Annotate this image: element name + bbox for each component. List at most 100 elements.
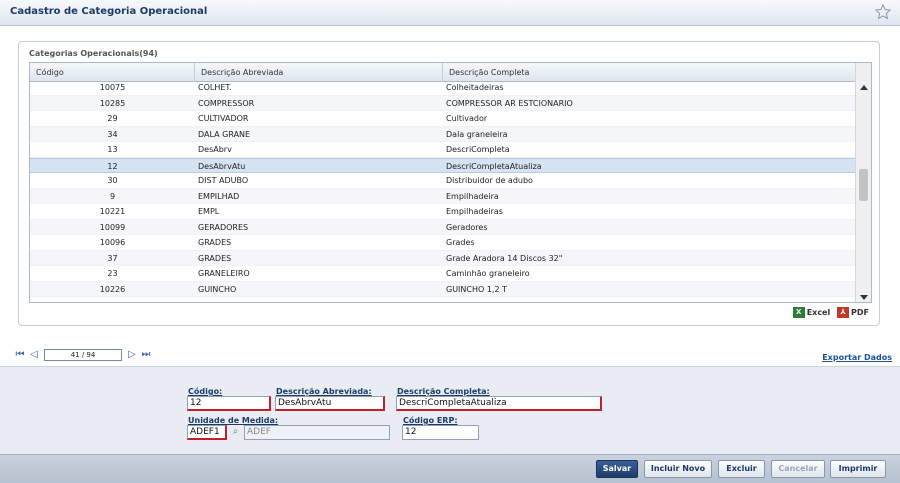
export-links: X Excel ⅄ PDF [789, 307, 869, 318]
cell-codigo: 10099 [99, 222, 126, 232]
scroll-up-arrow-icon[interactable] [860, 85, 868, 90]
cell-abreviada: COMPRESSOR [198, 98, 255, 108]
unidade-label: Unidade de Medida: [188, 416, 279, 425]
cell-codigo: 29 [107, 114, 118, 123]
cell-abreviada: DesAbrv [198, 145, 232, 154]
scroll-down-arrow-icon[interactable] [860, 295, 868, 300]
table-row[interactable]: 12 DesAbrvAtu DescriCompletaAtualiza [30, 157, 857, 173]
erp-field[interactable]: 12 [402, 425, 479, 440]
abreviada-field[interactable]: DesAbrvAtu [275, 396, 385, 411]
save-button[interactable]: Salvar [596, 460, 638, 478]
cell-codigo: 12 [107, 161, 118, 171]
erp-label: Código ERP: [403, 416, 458, 425]
table-row[interactable]: 10075 COLHET. Colheitadeiras [30, 82, 857, 96]
table-row[interactable]: 9 EMPILHAD Empilhadeira [30, 188, 857, 204]
codigo-label: Código: [188, 387, 223, 396]
export-data-link[interactable]: Exportar Dados [822, 353, 892, 362]
grid-header: Código Descrição Abreviada Descrição Com… [30, 63, 857, 82]
grid-panel: Categorias Operacionais(94) Código Descr… [18, 41, 880, 326]
star-icon[interactable] [874, 3, 892, 21]
table-row[interactable]: 10285 COMPRESSOR COMPRESSOR AR ESTCIONARIO [30, 95, 857, 111]
pdf-icon: ⅄ [837, 307, 850, 318]
last-page-icon[interactable]: ⏭ [140, 349, 152, 361]
footer-toolbar: Salvar Incluir Novo Excluir Cancelar Imp… [0, 454, 900, 483]
cell-abreviada: CULTIVADOR [198, 114, 249, 123]
table-row[interactable]: 37 GRADES Grade Aradora 14 Discos 32" [30, 250, 857, 266]
cell-codigo: 9 [109, 191, 116, 201]
cell-completa: Colheitadeiras [446, 83, 504, 92]
table-row[interactable]: 29 CULTIVADOR Cultivador [30, 111, 857, 127]
cell-completa: GUINCHO 1,2 T [446, 284, 507, 294]
main-content: Categorias Operacionais(94) Código Descr… [0, 26, 900, 366]
table-row[interactable]: 30 DIST ADUBO Distribuidor de adubo [30, 173, 857, 189]
cell-abreviada: GUINCHO [198, 284, 237, 294]
vertical-scrollbar[interactable] [855, 63, 871, 302]
cell-completa: Caminhão graneleiro [446, 269, 530, 278]
cell-abreviada: DesAbrvAtu [198, 161, 246, 171]
table-row[interactable]: 13 DesAbrv DescriCompleta [30, 142, 857, 158]
add-new-button[interactable]: Incluir Novo [644, 460, 712, 478]
cell-codigo: 23 [107, 269, 118, 278]
column-header-abreviada[interactable]: Descrição Abreviada [195, 63, 443, 82]
pdf-label: PDF [851, 308, 869, 317]
table-row[interactable]: 10099 GERADORES Geradores [30, 219, 857, 235]
delete-button[interactable]: Excluir [718, 460, 765, 478]
column-header-completa[interactable]: Descrição Completa [443, 63, 857, 82]
pdf-export-button[interactable]: ⅄ PDF [837, 307, 869, 318]
scroll-thumb[interactable] [859, 169, 868, 201]
table-row[interactable]: 10226 GUINCHO GUINCHO 1,2 T [30, 281, 857, 297]
first-page-icon[interactable]: ⏮ [14, 349, 26, 361]
cell-abreviada: DIST ADUBO [198, 176, 249, 185]
table-row[interactable]: 34 DALA GRANE Dala graneleira [30, 126, 857, 142]
excel-export-button[interactable]: X Excel [792, 307, 830, 318]
cell-abreviada: GERADORES [198, 222, 249, 232]
cell-codigo: 30 [107, 176, 118, 185]
column-header-codigo[interactable]: Código [30, 63, 195, 82]
cell-abreviada: EMPL [198, 207, 220, 216]
table-row[interactable]: 23 GRANELEIRO Caminhão graneleiro [30, 266, 857, 282]
prev-page-icon[interactable]: ◁ [28, 349, 40, 361]
search-icon[interactable]: ⌕ [228, 425, 243, 440]
cell-completa: COMPRESSOR AR ESTCIONARIO [446, 98, 573, 108]
next-page-icon[interactable]: ▷ [126, 349, 138, 361]
cell-codigo: 37 [107, 253, 118, 263]
categories-grid: Código Descrição Abreviada Descrição Com… [29, 62, 872, 303]
cell-completa: Grades [446, 238, 475, 247]
print-button[interactable]: Imprimir [830, 460, 886, 478]
unidade-description-field: ADEF [244, 425, 390, 440]
unidade-code-field[interactable]: ADEF1 [187, 425, 227, 440]
cell-codigo: 10221 [99, 207, 126, 216]
cell-codigo: 10226 [99, 284, 126, 294]
page-indicator[interactable]: 41 / 94 [44, 349, 122, 361]
codigo-field[interactable]: 12 [187, 396, 271, 411]
cell-completa: Empilhadeira [446, 191, 499, 201]
edit-form: Código: 12 Descrição Abreviada: DesAbrvA… [0, 366, 900, 454]
cell-abreviada: GRADES [198, 253, 232, 263]
table-row[interactable]: 10221 EMPL Empilhadeiras [30, 204, 857, 220]
cell-completa: DescriCompletaAtualiza [446, 161, 542, 171]
cell-codigo: 10285 [99, 98, 126, 108]
cell-codigo: 34 [107, 129, 118, 139]
completa-field[interactable]: DescriCompletaAtualiza [396, 396, 602, 411]
cell-completa: Empilhadeiras [446, 207, 503, 216]
cell-codigo: 13 [107, 145, 118, 154]
cell-abreviada: EMPILHAD [198, 191, 240, 201]
cell-completa: Dala graneleira [446, 129, 508, 139]
cell-completa: Cultivador [446, 114, 488, 123]
cancel-button[interactable]: Cancelar [771, 460, 825, 478]
grid-caption: Categorias Operacionais(94) [29, 49, 158, 58]
cell-abreviada: GRANELEIRO [198, 269, 250, 278]
cell-abreviada: COLHET. [198, 83, 232, 92]
window-titlebar: Cadastro de Categoria Operacional [0, 0, 900, 26]
cell-completa: Distribuidor de adubo [446, 176, 533, 185]
grid-body: 10075 COLHET. Colheitadeiras 10285 COMPRESSO… [30, 82, 857, 302]
cell-abreviada: GRADES [198, 238, 232, 247]
cell-completa: DescriCompleta [446, 145, 510, 154]
cell-codigo: 10096 [99, 238, 126, 247]
completa-label: Descrição Completa: [397, 387, 490, 396]
abreviada-label: Descrição Abreviada: [276, 387, 372, 396]
table-row[interactable]: 10096 GRADES Grades [30, 235, 857, 251]
excel-icon: X [792, 307, 805, 318]
cell-codigo: 10075 [99, 83, 126, 92]
cell-abreviada: DALA GRANE [198, 129, 251, 139]
